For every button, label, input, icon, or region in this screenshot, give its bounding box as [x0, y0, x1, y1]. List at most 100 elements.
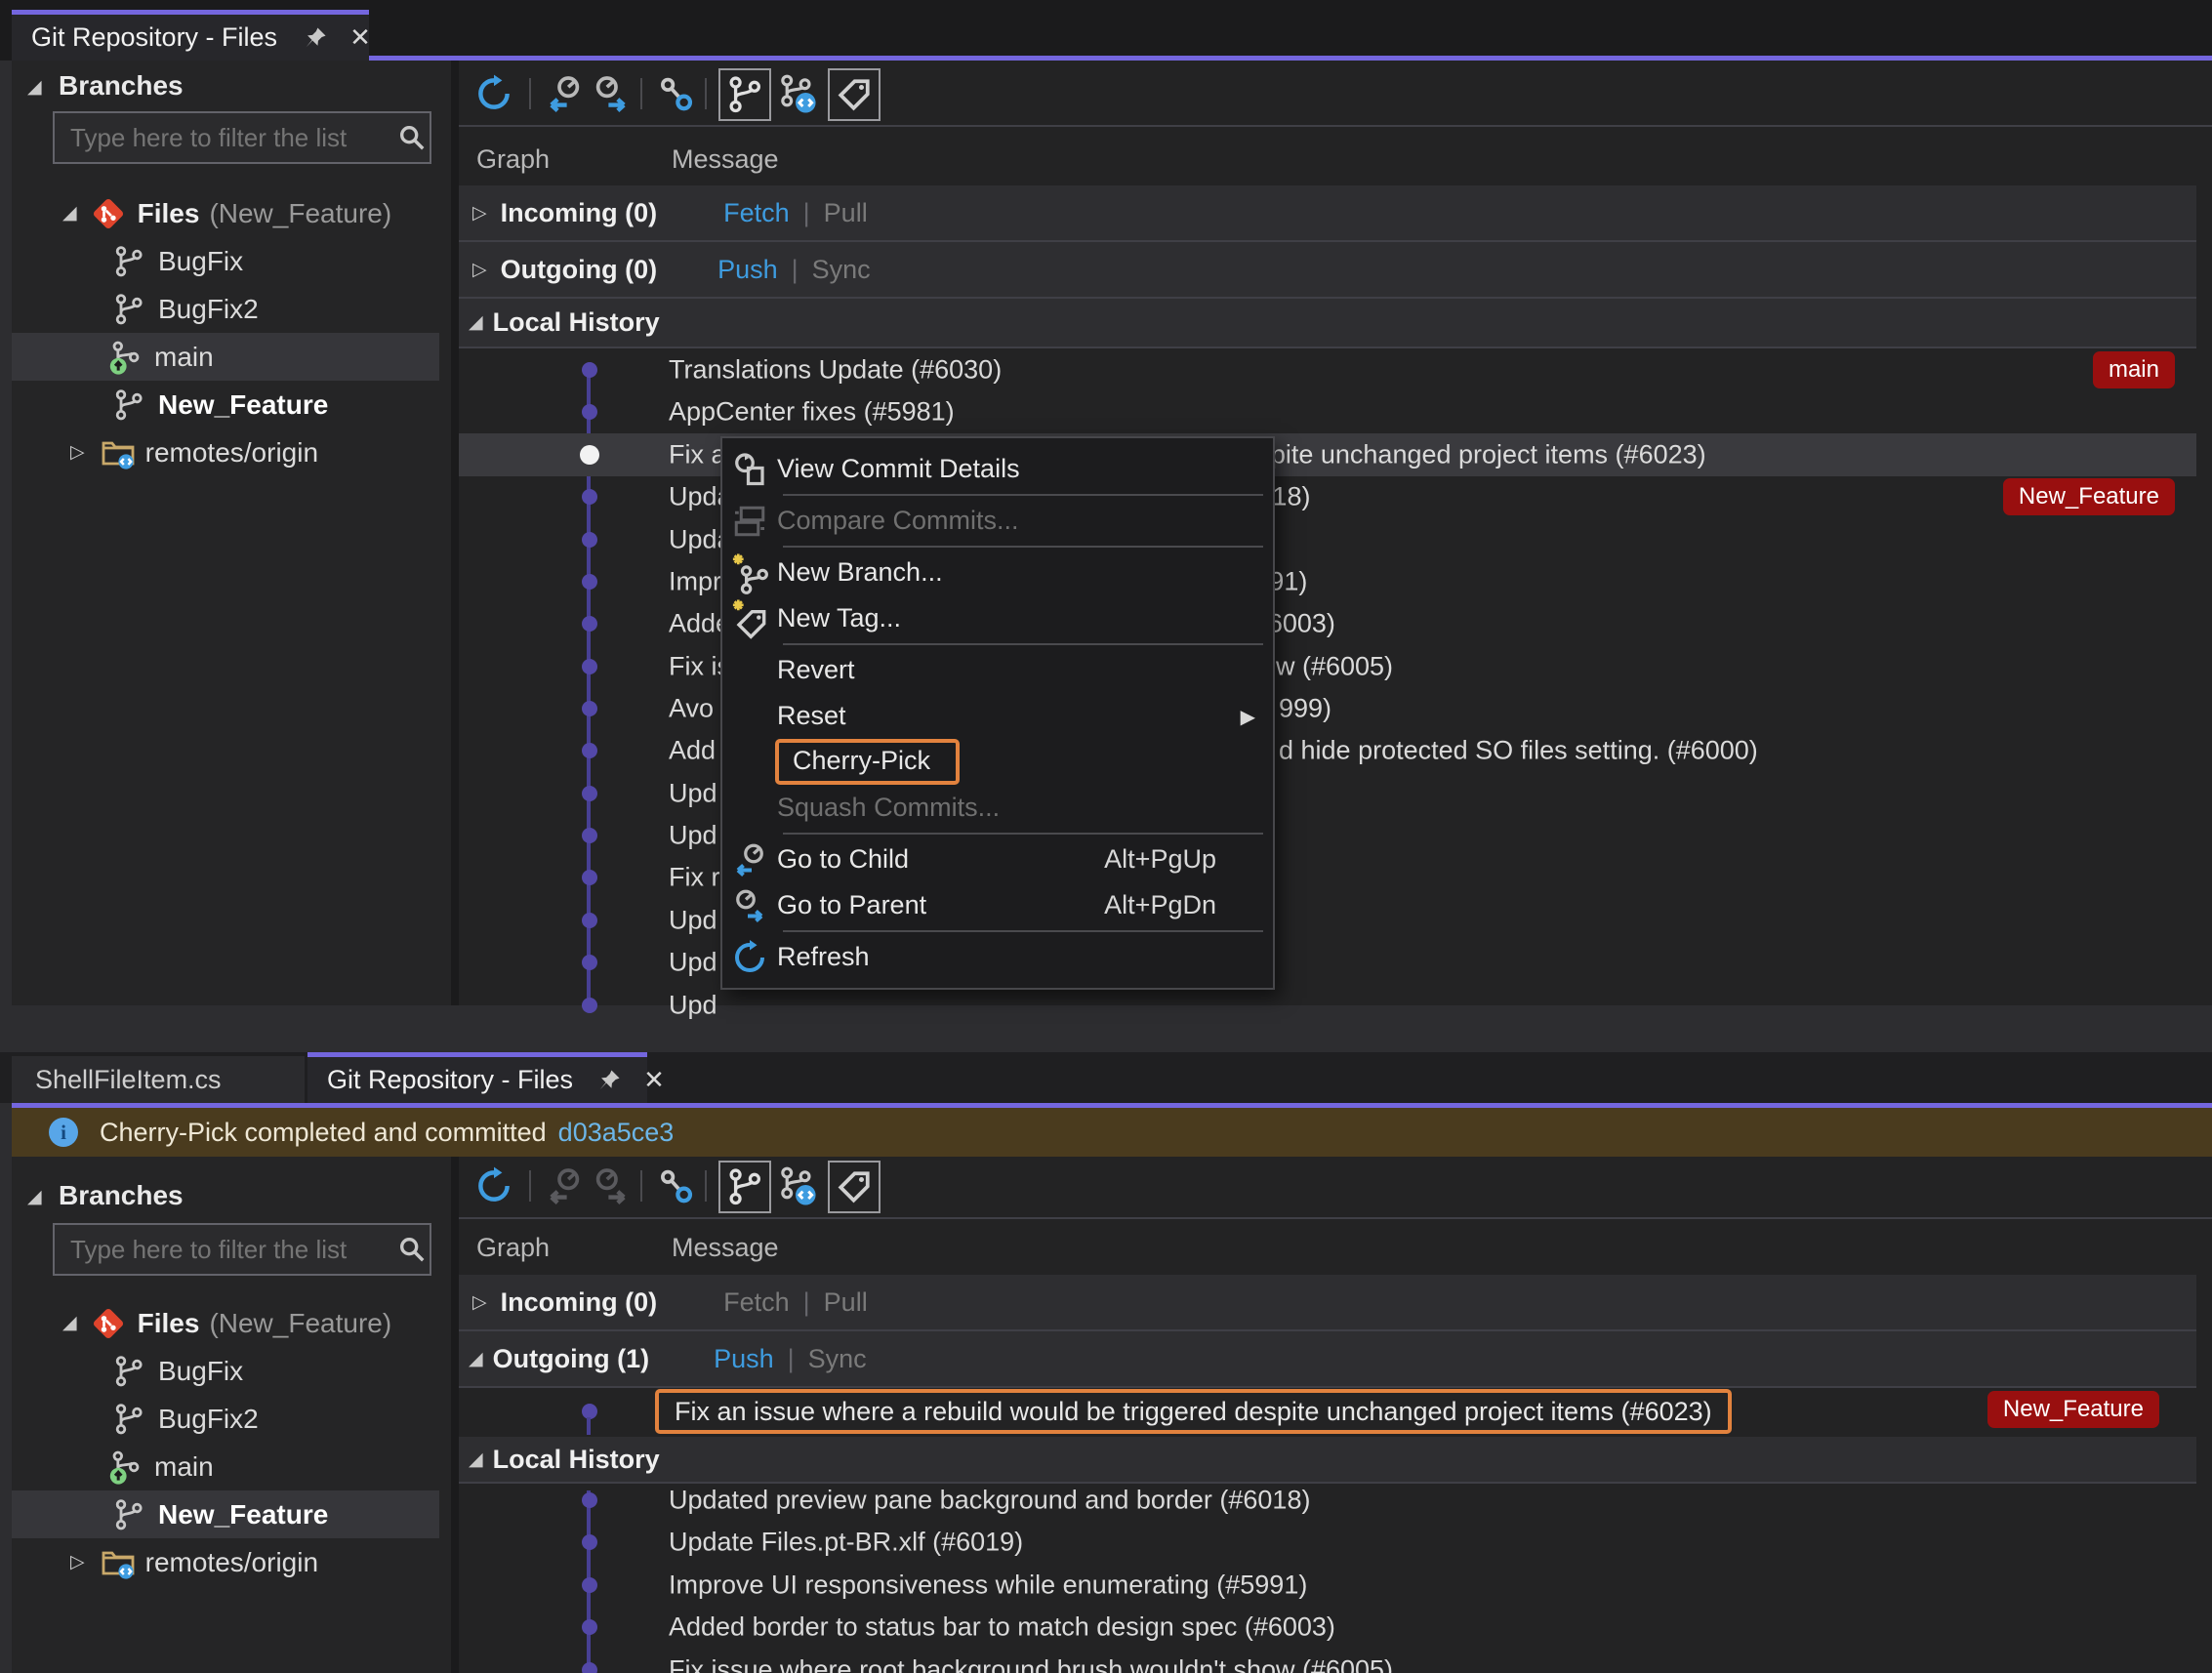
expander-icon[interactable]: ▷ — [70, 1553, 85, 1571]
tree-item-main[interactable]: main — [12, 1443, 439, 1490]
tree-item-remotes-origin[interactable]: ▷ remotes/origin — [12, 1538, 439, 1586]
pull-link[interactable]: Pull — [824, 198, 868, 228]
commit-row[interactable]: Updated preview pane background and bord… — [459, 475, 2196, 518]
branch-filter-box[interactable] — [53, 1223, 431, 1276]
show-remote-branches-toggle[interactable] — [775, 1164, 818, 1207]
menu-item-go-to-child[interactable]: Go to Child Alt+PgUp — [722, 836, 1273, 882]
tab-shellfileitem[interactable]: ShellFileItem.cs — [12, 1056, 305, 1103]
show-remote-branches-toggle[interactable] — [775, 72, 818, 115]
commit-row[interactable]: Avo999) — [459, 687, 2196, 730]
go-to-parent-button-disabled[interactable] — [590, 1164, 633, 1207]
pin-icon[interactable] — [596, 1068, 622, 1093]
splitter[interactable] — [451, 61, 459, 1005]
branches-expander-icon[interactable]: ◢ — [27, 1188, 42, 1206]
close-icon[interactable]: ✕ — [349, 22, 371, 53]
view-as-graph-button[interactable] — [654, 1164, 697, 1207]
commit-row[interactable]: Added border to status bar to match desi… — [459, 1606, 2196, 1649]
branch-filter-input[interactable] — [55, 123, 397, 153]
commit-row[interactable]: Added border to status bar to match desi… — [459, 602, 2196, 645]
menu-item-go-to-parent[interactable]: Go to Parent Alt+PgDn — [722, 882, 1273, 928]
expander-icon[interactable]: ◢ — [469, 1450, 483, 1469]
refresh-button[interactable] — [472, 1164, 515, 1207]
pin-icon[interactable] — [303, 25, 328, 51]
local-history-section[interactable]: ◢ Local History — [459, 1437, 2196, 1484]
fetch-link[interactable]: Fetch — [723, 1287, 790, 1318]
commit-row[interactable]: Upd — [459, 814, 2196, 857]
tab-git-repository-top[interactable]: Git Repository - Files ✕ — [12, 10, 369, 61]
tree-item-bugfix2[interactable]: BugFix2 — [12, 1395, 439, 1443]
tree-item-remotes-origin[interactable]: ▷ remotes/origin — [12, 428, 439, 476]
menu-item-reset[interactable]: Reset ▶ — [722, 693, 1273, 739]
menu-item-refresh[interactable]: Refresh — [722, 934, 1273, 980]
infobar-commit-hash-link[interactable]: d03a5ce3 — [558, 1118, 675, 1148]
tree-item-bugfix[interactable]: BugFix — [12, 237, 439, 285]
incoming-section[interactable]: ▷ Incoming (0) Fetch | Pull — [459, 1275, 2196, 1331]
expander-icon[interactable]: ▷ — [472, 204, 487, 223]
show-local-branches-toggle[interactable] — [718, 1161, 771, 1213]
outgoing-section[interactable]: ▷ Outgoing (0) Push | Sync — [459, 242, 2196, 299]
commit-message: Upd — [669, 948, 717, 978]
refresh-button[interactable] — [472, 72, 515, 115]
menu-item-cherry-pick[interactable]: Cherry-Pick — [722, 739, 1273, 785]
commit-row[interactable]: Improve UI responsiveness while enumerat… — [459, 1564, 2196, 1607]
sync-link[interactable]: Sync — [808, 1344, 867, 1374]
commit-row[interactable]: Upd — [459, 772, 2196, 815]
view-as-graph-button[interactable] — [654, 72, 697, 115]
expander-icon[interactable]: ▷ — [472, 261, 487, 279]
show-tags-toggle[interactable] — [828, 1161, 881, 1213]
fetch-link[interactable]: Fetch — [723, 198, 790, 228]
branch-filter-input[interactable] — [55, 1235, 397, 1265]
branches-expander-icon[interactable]: ◢ — [27, 78, 42, 97]
menu-item-new-tag[interactable]: New Tag... — [722, 595, 1273, 641]
tab-git-repository-bottom[interactable]: Git Repository - Files ✕ — [307, 1052, 647, 1103]
commit-row[interactable]: Addd hide protected SO files setting. (#… — [459, 729, 2196, 772]
go-to-child-button[interactable] — [543, 72, 586, 115]
menu-item-new-branch[interactable]: New Branch... — [722, 550, 1273, 595]
tree-item-new-feature[interactable]: New_Feature — [12, 1490, 439, 1538]
commit-row[interactable]: AppCenter fixes (#5981) — [459, 390, 2196, 433]
expander-icon[interactable]: ▷ — [472, 1293, 487, 1312]
commit-row[interactable]: Improve UI responsiveness while enumerat… — [459, 560, 2196, 603]
tree-item-bugfix[interactable]: BugFix — [12, 1347, 439, 1395]
expander-icon[interactable]: ◢ — [469, 1350, 483, 1368]
outgoing-commit-row[interactable]: Fix an issue where a rebuild would be tr… — [459, 1388, 2196, 1435]
commit-row[interactable]: Update Files.pt-BR.xlf (#6019) — [459, 1521, 2196, 1564]
commit-row[interactable]: Fix issue where root background brush wo… — [459, 1649, 2196, 1673]
pull-link[interactable]: Pull — [824, 1287, 868, 1318]
go-to-parent-button[interactable] — [590, 72, 633, 115]
local-history-section[interactable]: ◢ Local History — [459, 299, 2196, 348]
commit-row[interactable]: Translations Update (#6030) — [459, 348, 2196, 391]
outgoing-section[interactable]: ◢ Outgoing (1) Push | Sync — [459, 1331, 2196, 1388]
tree-item-main[interactable]: main — [12, 333, 439, 381]
expander-icon[interactable]: ◢ — [62, 1314, 77, 1332]
expander-icon[interactable]: ▷ — [70, 443, 85, 462]
commit-row[interactable]: Upd — [459, 941, 2196, 984]
tree-item-files[interactable]: ◢ Files (New_Feature) — [12, 189, 439, 237]
expander-icon[interactable]: ◢ — [469, 313, 483, 332]
tree-item-new-feature[interactable]: New_Feature — [12, 381, 439, 428]
commit-row-selected[interactable]: Fix an issue where a rebuild would be tr… — [459, 433, 2196, 476]
tree-item-bugfix2[interactable]: BugFix2 — [12, 285, 439, 333]
commit-row[interactable]: Upd — [459, 899, 2196, 942]
incoming-section[interactable]: ▷ Incoming (0) Fetch | Pull — [459, 185, 2196, 242]
show-tags-toggle[interactable] — [828, 68, 881, 121]
close-icon[interactable]: ✕ — [643, 1065, 665, 1095]
tree-item-files[interactable]: ◢ Files (New_Feature) — [12, 1299, 439, 1347]
commit-row[interactable]: Fix issue where root background brush wo… — [459, 645, 2196, 688]
push-link[interactable]: Push — [717, 255, 778, 285]
menu-item-revert[interactable]: Revert — [722, 647, 1273, 693]
splitter[interactable] — [451, 1157, 459, 1673]
branch-filter-box[interactable] — [53, 111, 431, 164]
commit-row[interactable]: Fix r — [459, 856, 2196, 899]
go-to-child-button-disabled[interactable] — [543, 1164, 586, 1207]
menu-item-compare-commits[interactable]: Compare Commits... — [722, 498, 1273, 544]
menu-item-squash-commits[interactable]: Squash Commits... — [722, 785, 1273, 831]
menu-item-view-commit-details[interactable]: View Commit Details — [722, 446, 1273, 492]
commit-dot-icon — [582, 955, 597, 970]
push-link[interactable]: Push — [714, 1344, 774, 1374]
show-local-branches-toggle[interactable] — [718, 68, 771, 121]
commit-row[interactable]: Update Files.pt-BR.xlf (#6019) — [459, 518, 2196, 561]
commit-row[interactable]: Updated preview pane background and bord… — [459, 1479, 2196, 1522]
sync-link[interactable]: Sync — [812, 255, 871, 285]
expander-icon[interactable]: ◢ — [62, 204, 77, 223]
